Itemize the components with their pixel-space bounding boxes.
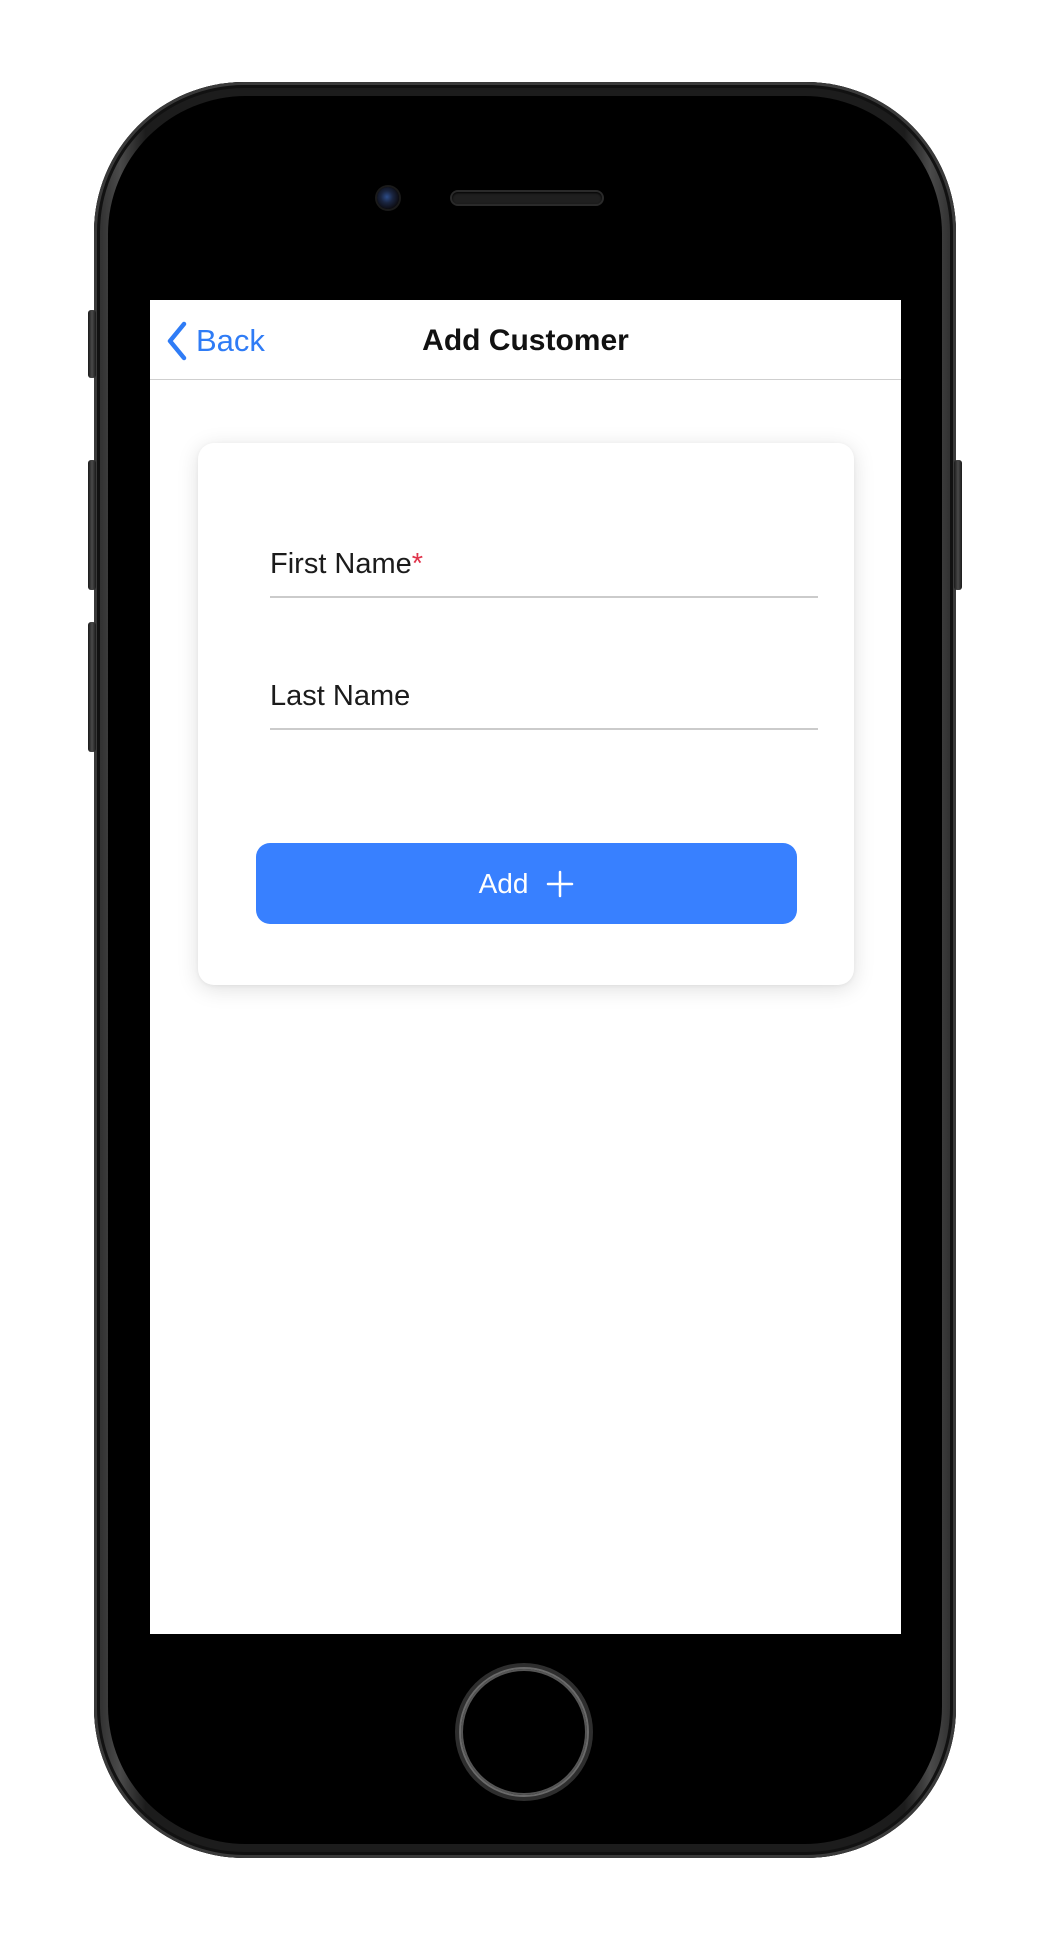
mute-switch [88,310,96,378]
page-title: Add Customer [422,324,629,357]
add-button-label: Add [478,867,529,899]
app-screen: Back Add Customer First Name* Last Name … [150,300,901,1634]
camera-icon [377,187,399,209]
volume-down-button [88,622,96,752]
last-name-field[interactable]: Last Name [270,672,822,730]
volume-up-button [88,460,96,590]
plus-icon [546,870,574,898]
last-name-input[interactable] [270,672,822,730]
add-button[interactable]: Add [256,843,797,924]
first-name-input[interactable] [270,540,822,598]
home-button[interactable] [459,1667,589,1797]
first-name-field[interactable]: First Name* [270,540,822,598]
power-button [954,460,962,590]
add-customer-card: First Name* Last Name Add [198,443,854,985]
speaker-grille [452,192,602,204]
navigation-bar: Back Add Customer [150,300,901,380]
device-frame-stage: Back Add Customer First Name* Last Name … [0,0,1050,1934]
